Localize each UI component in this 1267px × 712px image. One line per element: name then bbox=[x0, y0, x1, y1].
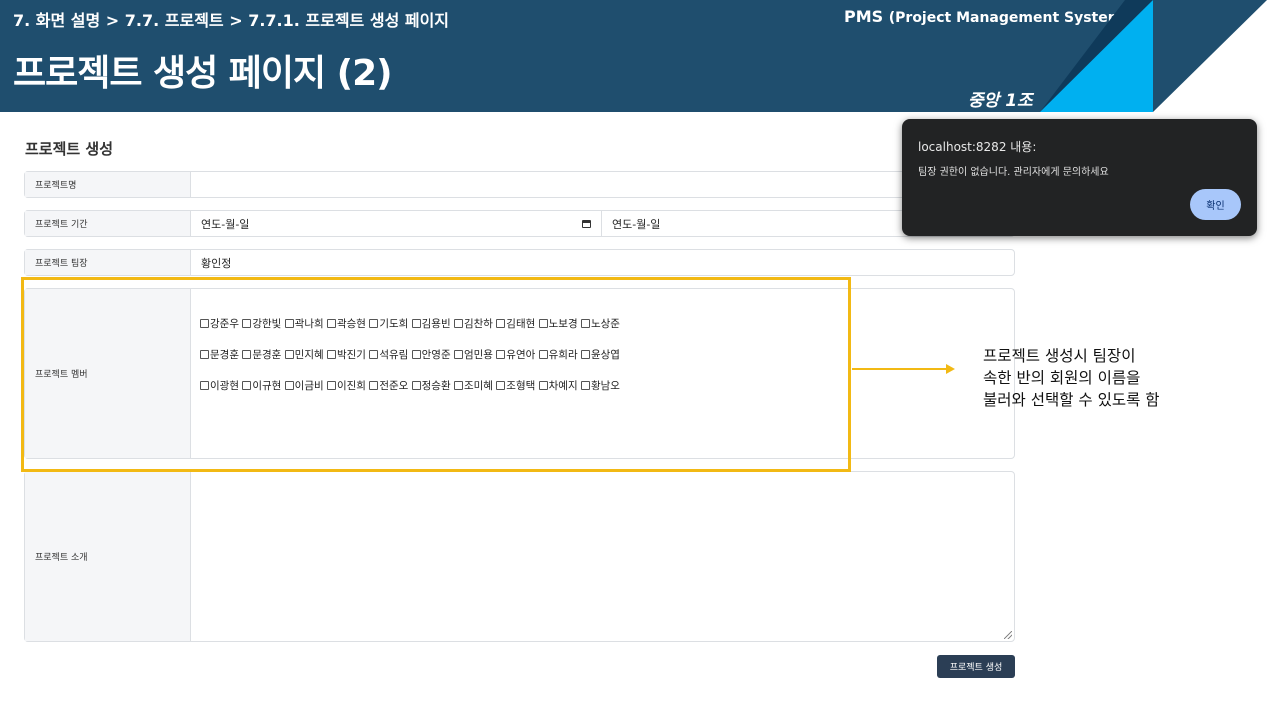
team-label: 중앙 1조 bbox=[968, 91, 1033, 111]
project-name-row: 프로젝트명 bbox=[24, 171, 1015, 198]
project-period-label: 프로젝트 기간 bbox=[25, 211, 191, 236]
corner-decoration bbox=[1040, 0, 1267, 112]
form-title: 프로젝트 생성 bbox=[25, 140, 114, 158]
annotation-line: 불러와 선택할 수 있도록 함 bbox=[983, 391, 1160, 409]
dialog-title: localhost:8282 내용: bbox=[918, 140, 1037, 154]
project-name-input[interactable] bbox=[191, 172, 1014, 197]
slide-header: 7. 화면 설명 > 7.7. 프로젝트 > 7.7.1. 프로젝트 생성 페이… bbox=[0, 0, 1267, 112]
arrow-right-icon bbox=[946, 364, 955, 374]
dialog-message: 팀장 권한이 없습니다. 관리자에게 문의하세요 bbox=[918, 167, 1109, 178]
dialog-ok-button[interactable]: 확인 bbox=[1190, 189, 1241, 220]
end-date-value: 연도-월-일 bbox=[612, 217, 661, 231]
resize-handle-icon[interactable] bbox=[1004, 631, 1012, 639]
project-leader-label: 프로젝트 팀장 bbox=[25, 250, 191, 275]
create-project-button[interactable]: 프로젝트 생성 bbox=[937, 655, 1015, 678]
annotation-line: 프로젝트 생성시 팀장이 bbox=[983, 347, 1136, 365]
start-date-input[interactable]: 연도-월-일 bbox=[191, 211, 602, 236]
start-date-value: 연도-월-일 bbox=[201, 217, 250, 231]
page-title: 프로젝트 생성 페이지 (2) bbox=[13, 53, 393, 94]
arrow-line bbox=[852, 368, 948, 370]
highlight-box bbox=[21, 277, 851, 472]
calendar-icon[interactable] bbox=[582, 220, 591, 228]
annotation-line: 속한 반의 회원의 이름을 bbox=[983, 369, 1141, 387]
project-intro-textarea[interactable] bbox=[191, 472, 1014, 641]
project-intro-label: 프로젝트 소개 bbox=[25, 472, 191, 641]
project-period-row: 프로젝트 기간 연도-월-일 연도-월-일 bbox=[24, 210, 1015, 237]
project-name-label: 프로젝트명 bbox=[25, 172, 191, 197]
annotation-note: 프로젝트 생성시 팀장이 속한 반의 회원의 이름을 불러와 선택할 수 있도록… bbox=[983, 345, 1160, 411]
alert-dialog: localhost:8282 내용: 팀장 권한이 없습니다. 관리자에게 문의… bbox=[902, 119, 1257, 236]
project-leader-row: 프로젝트 팀장 황인정 bbox=[24, 249, 1015, 276]
system-name: PMS bbox=[844, 7, 884, 26]
breadcrumb: 7. 화면 설명 > 7.7. 프로젝트 > 7.7.1. 프로젝트 생성 페이… bbox=[13, 11, 450, 30]
project-intro-row: 프로젝트 소개 bbox=[24, 471, 1015, 642]
project-leader-value: 황인정 bbox=[201, 256, 232, 270]
